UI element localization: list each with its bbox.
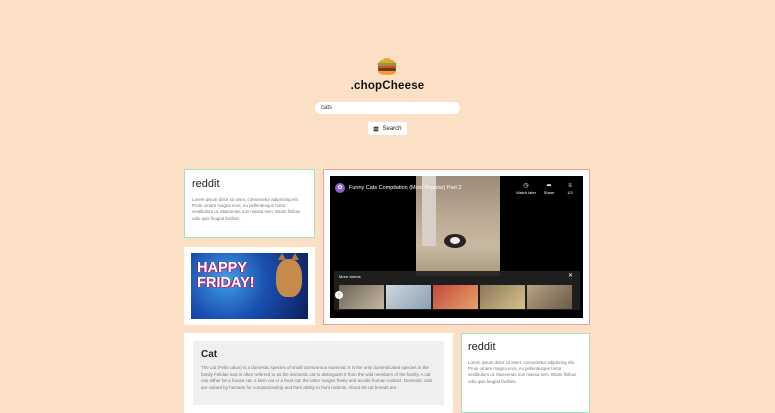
video-thumbnail[interactable] [433, 285, 478, 309]
video-thumbnail[interactable] [480, 285, 525, 309]
card-title: reddit [192, 178, 220, 190]
card-body: The cat (Felis catus) is a domestic spec… [201, 365, 433, 390]
video-thumbnail[interactable] [339, 285, 384, 309]
happy-friday-gif: HAPPY FRIDAY! [191, 253, 308, 319]
card-title: reddit [468, 341, 496, 353]
more-videos-label: More videos [339, 274, 361, 279]
share-button[interactable]: ➦ Share [538, 182, 560, 195]
clock-icon: ◷ [523, 183, 529, 189]
gif-card[interactable]: HAPPY FRIDAY! [184, 247, 315, 325]
video-thumbnail[interactable] [386, 285, 431, 309]
gif-text: HAPPY FRIDAY! [197, 260, 255, 291]
card-title: Cat [201, 349, 218, 360]
video-player[interactable]: ✿ Funny Cats Compilation (Most Popular) … [330, 176, 583, 318]
video-thumbnail[interactable] [527, 285, 572, 309]
search-button-label: Search [382, 125, 402, 132]
close-icon[interactable]: ✕ [568, 272, 573, 279]
channel-avatar-icon[interactable]: ✿ [335, 183, 345, 193]
chevron-left-icon[interactable]: ‹ [335, 291, 343, 299]
playlist-position: 1/3 [567, 190, 573, 195]
cat-ear [278, 253, 286, 260]
cat-info-content: Cat The cat (Felis catus) is a domestic … [193, 341, 444, 405]
card-body: Lorem ipsum dolor sit amet, consectetur … [192, 197, 301, 221]
watch-later-label: Watch later [515, 190, 537, 195]
burger-icon [377, 57, 397, 75]
search-input[interactable] [315, 102, 460, 114]
more-videos-thumbnails [339, 285, 572, 309]
share-label: Share [543, 190, 555, 195]
video-card[interactable]: ✿ Funny Cats Compilation (Most Popular) … [323, 169, 590, 325]
search-button[interactable]: Search [368, 122, 407, 135]
playlist-button[interactable]: ≡ 1/3 [559, 182, 581, 195]
cat-info-card[interactable]: Cat The cat (Felis catus) is a domestic … [184, 333, 453, 413]
watch-later-button[interactable]: ◷ Watch later [515, 182, 537, 195]
brand-name: .chopCheese [350, 80, 425, 92]
playlist-icon: ≡ [568, 183, 572, 189]
reddit-card[interactable]: reddit Lorem ipsum dolor sit amet, conse… [461, 333, 590, 413]
video-frame [416, 176, 500, 276]
reddit-card[interactable]: reddit Lorem ipsum dolor sit amet, conse… [184, 169, 315, 238]
video-title[interactable]: Funny Cats Compilation (Most Popular) Pa… [349, 185, 462, 191]
card-body: Lorem ipsum dolor sit amet, consectetur … [468, 360, 577, 384]
cat-ear [291, 253, 299, 260]
more-videos-panel: More videos ✕ ‹ [334, 271, 580, 310]
cat-in-video-patch [450, 237, 460, 244]
share-icon: ➦ [546, 183, 552, 189]
search-icon [374, 126, 379, 131]
